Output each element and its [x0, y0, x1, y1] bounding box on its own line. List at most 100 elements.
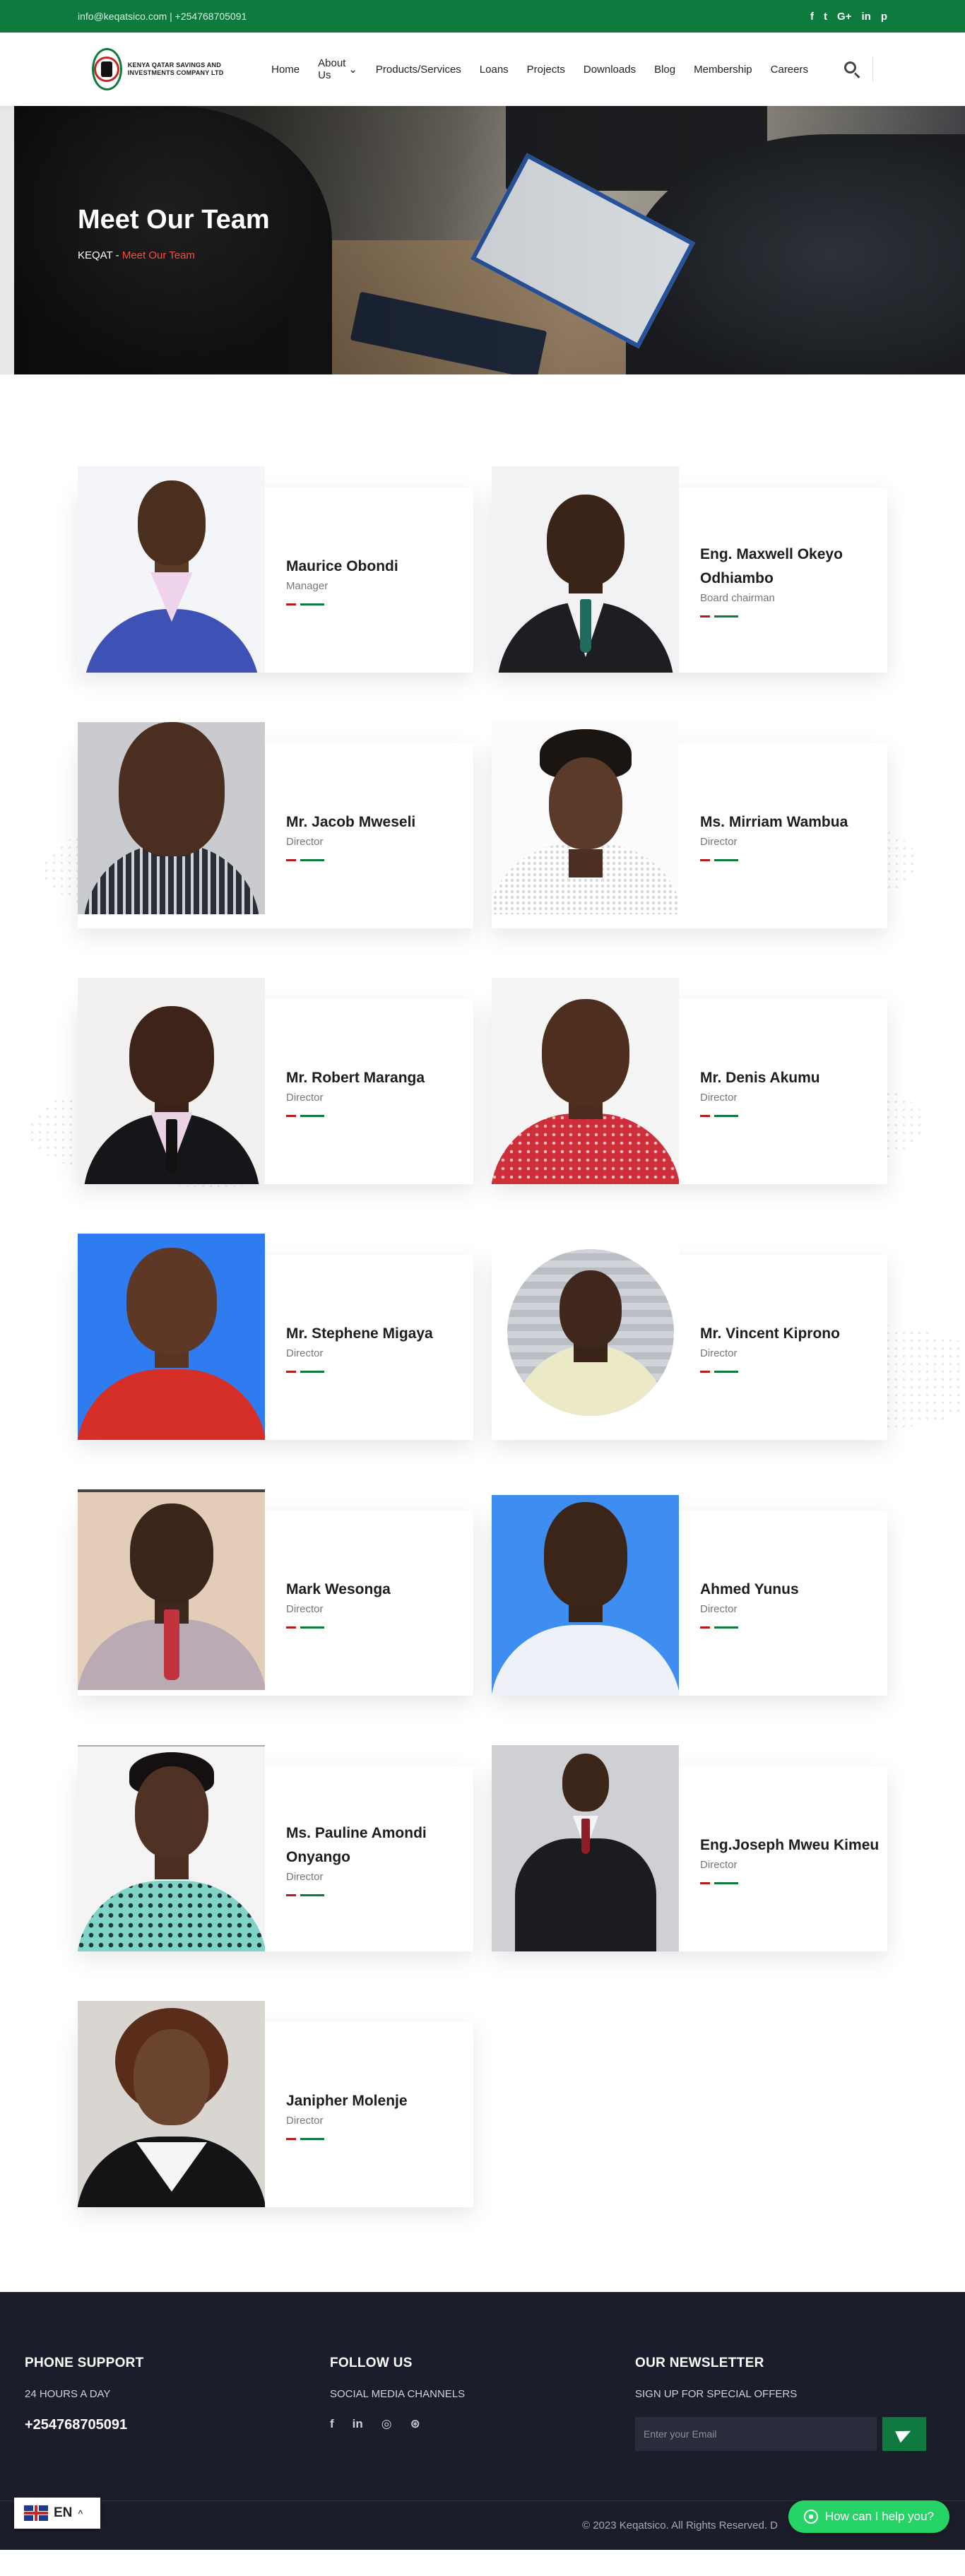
team-member-name: Mr. Stephene Migaya — [286, 1325, 433, 1342]
team-member-info: Ms. Pauline Amondi Onyango Director — [286, 1766, 473, 1951]
team-member-info: Eng.Joseph Mweu Kimeu Director — [700, 1766, 887, 1951]
team-member-name: Eng. Maxwell Okeyo Odhiambo — [700, 546, 843, 586]
logo-emblem-icon — [92, 48, 122, 90]
team-member-card: Eng. Maxwell Okeyo Odhiambo Board chairm… — [492, 466, 887, 673]
breadcrumb-home-link[interactable]: KEQAT — [78, 249, 112, 261]
twitter-icon[interactable]: t — [824, 11, 827, 23]
team-member-name: Ms. Mirriam Wambua — [700, 814, 848, 831]
team-member-role: Director — [286, 2114, 324, 2127]
footer-subheading: SOCIAL MEDIA CHANNELS — [330, 2388, 466, 2400]
circle-photo-frame — [507, 1249, 674, 1416]
team-member-name: Mr. Vincent Kiprono — [700, 1325, 840, 1342]
team-member-info: Mr. Jacob Mweseli Director — [286, 743, 473, 928]
accent-bar — [286, 1893, 466, 1896]
team-member-name: Maurice Obondi — [286, 558, 398, 575]
nav-item-membership[interactable]: Membership — [685, 57, 762, 81]
search-icon[interactable] — [843, 60, 861, 78]
accent-bar — [700, 615, 880, 618]
google-plus-icon[interactable]: G+ — [837, 11, 851, 23]
team-member-card: Ahmed Yunus Director — [492, 1489, 887, 1696]
facebook-icon[interactable]: f — [330, 2417, 334, 2431]
hero-content: Meet Our Team KEQAT - Meet Our Team — [78, 205, 270, 261]
team-member-photo — [78, 722, 265, 914]
footer-newsletter: OUR NEWSLETTER SIGN UP FOR SPECIAL OFFER… — [635, 2356, 940, 2451]
nav-item-products-services[interactable]: Products/Services — [367, 57, 470, 81]
accent-bar — [286, 1114, 466, 1117]
nav-label: Membership — [694, 63, 752, 76]
nav-label: Projects — [526, 63, 565, 76]
accent-bar — [700, 1370, 880, 1373]
team-member-name: Mark Wesonga — [286, 1581, 391, 1598]
team-member-photo — [78, 1745, 265, 1951]
team-section: Maurice Obondi Manager Eng. Maxwell Okey… — [0, 374, 965, 2292]
team-member-card: Mr. Jacob Mweseli Director — [78, 722, 473, 928]
site-logo[interactable]: KENYA QATAR SAVINGS AND INVESTMENTS COMP… — [92, 48, 258, 90]
team-member-card: Janipher Molenje Director — [78, 2001, 473, 2207]
newsletter-email-input[interactable] — [635, 2417, 877, 2451]
team-member-photo — [78, 466, 265, 673]
page-title: Meet Our Team — [78, 205, 270, 235]
nav-item-blog[interactable]: Blog — [645, 57, 685, 81]
footer-social-links: f in ◎ ⊛ — [330, 2417, 635, 2431]
footer-heading: OUR NEWSLETTER — [635, 2356, 764, 2370]
nav-item-loans[interactable]: Loans — [470, 57, 518, 81]
team-member-card: Mr. Stephene Migaya Director — [78, 1234, 473, 1440]
top-bar: info@keqatsico.com | +254768705091 f t G… — [0, 0, 965, 33]
nav-label: About Us — [318, 57, 346, 81]
breadcrumb-current: Meet Our Team — [122, 249, 195, 261]
nav-label: Blog — [654, 63, 676, 76]
nav-item-about-us[interactable]: About Us ⌄ — [309, 57, 367, 81]
contact-info: info@keqatsico.com | +254768705091 — [78, 11, 247, 22]
accent-bar — [700, 1114, 880, 1117]
team-member-name: Ahmed Yunus — [700, 1581, 799, 1598]
team-member-card: Eng.Joseph Mweu Kimeu Director — [492, 1745, 887, 1951]
footer-subheading: 24 HOURS A DAY — [25, 2388, 111, 2400]
dribbble-icon[interactable]: ⊛ — [410, 2417, 420, 2431]
pinterest-icon[interactable]: p — [881, 11, 887, 23]
language-switcher[interactable]: EN ^ — [14, 2498, 100, 2529]
accent-bar — [700, 858, 880, 861]
nav-label: Careers — [770, 63, 808, 76]
team-member-info: Mr. Robert Maranga Director — [286, 999, 473, 1184]
nav-item-downloads[interactable]: Downloads — [574, 57, 645, 81]
linkedin-icon[interactable]: in — [353, 2417, 363, 2431]
linkedin-icon[interactable]: in — [861, 11, 870, 23]
team-member-role: Director — [286, 1347, 324, 1359]
team-member-card: Mark Wesonga Director — [78, 1489, 473, 1696]
team-member-role: Director — [700, 835, 738, 848]
team-member-photo — [78, 978, 265, 1184]
footer-phone-support: PHONE SUPPORT 24 HOURS A DAY +2547687050… — [25, 2356, 330, 2451]
nav-label: Downloads — [583, 63, 637, 76]
newsletter-submit-button[interactable] — [882, 2417, 926, 2451]
language-code: EN — [54, 2505, 73, 2520]
team-member-role: Director — [286, 1091, 324, 1104]
team-member-photo — [492, 1234, 679, 1440]
instagram-icon[interactable]: ◎ — [381, 2417, 392, 2431]
top-social-links: f t G+ in p — [810, 11, 887, 23]
team-member-name: Janipher Molenje — [286, 2093, 408, 2110]
whatsapp-chat-button[interactable]: How can I help you? — [788, 2500, 949, 2533]
team-member-role: Director — [286, 1870, 324, 1883]
team-member-role: Manager — [286, 579, 328, 592]
breadcrumb-separator: - — [115, 249, 119, 261]
team-member-photo — [78, 2001, 265, 2207]
footer-phone-number[interactable]: +254768705091 — [25, 2417, 330, 2433]
team-member-name: Ms. Pauline Amondi Onyango — [286, 1825, 427, 1865]
footer-follow-us: FOLLOW US SOCIAL MEDIA CHANNELS f in ◎ ⊛ — [330, 2356, 635, 2451]
page-hero: Meet Our Team KEQAT - Meet Our Team — [0, 106, 965, 374]
team-member-role: Director — [700, 1347, 738, 1359]
nav-item-home[interactable]: Home — [262, 57, 309, 81]
team-member-card: Ms. Pauline Amondi Onyango Director — [78, 1745, 473, 1951]
nav-label: Home — [271, 63, 300, 76]
team-member-info: Mark Wesonga Director — [286, 1511, 473, 1696]
logo-text: KENYA QATAR SAVINGS AND INVESTMENTS COMP… — [127, 61, 224, 76]
team-member-info: Eng. Maxwell Okeyo Odhiambo Board chairm… — [700, 488, 887, 673]
team-member-role: Director — [700, 1091, 738, 1104]
team-member-role: Board chairman — [700, 591, 775, 604]
facebook-icon[interactable]: f — [810, 11, 814, 23]
whatsapp-icon — [803, 2510, 818, 2524]
team-member-info: Ms. Mirriam Wambua Director — [700, 743, 887, 928]
nav-item-careers[interactable]: Careers — [762, 57, 817, 81]
team-member-photo — [78, 1489, 265, 1690]
nav-item-projects[interactable]: Projects — [518, 57, 574, 81]
